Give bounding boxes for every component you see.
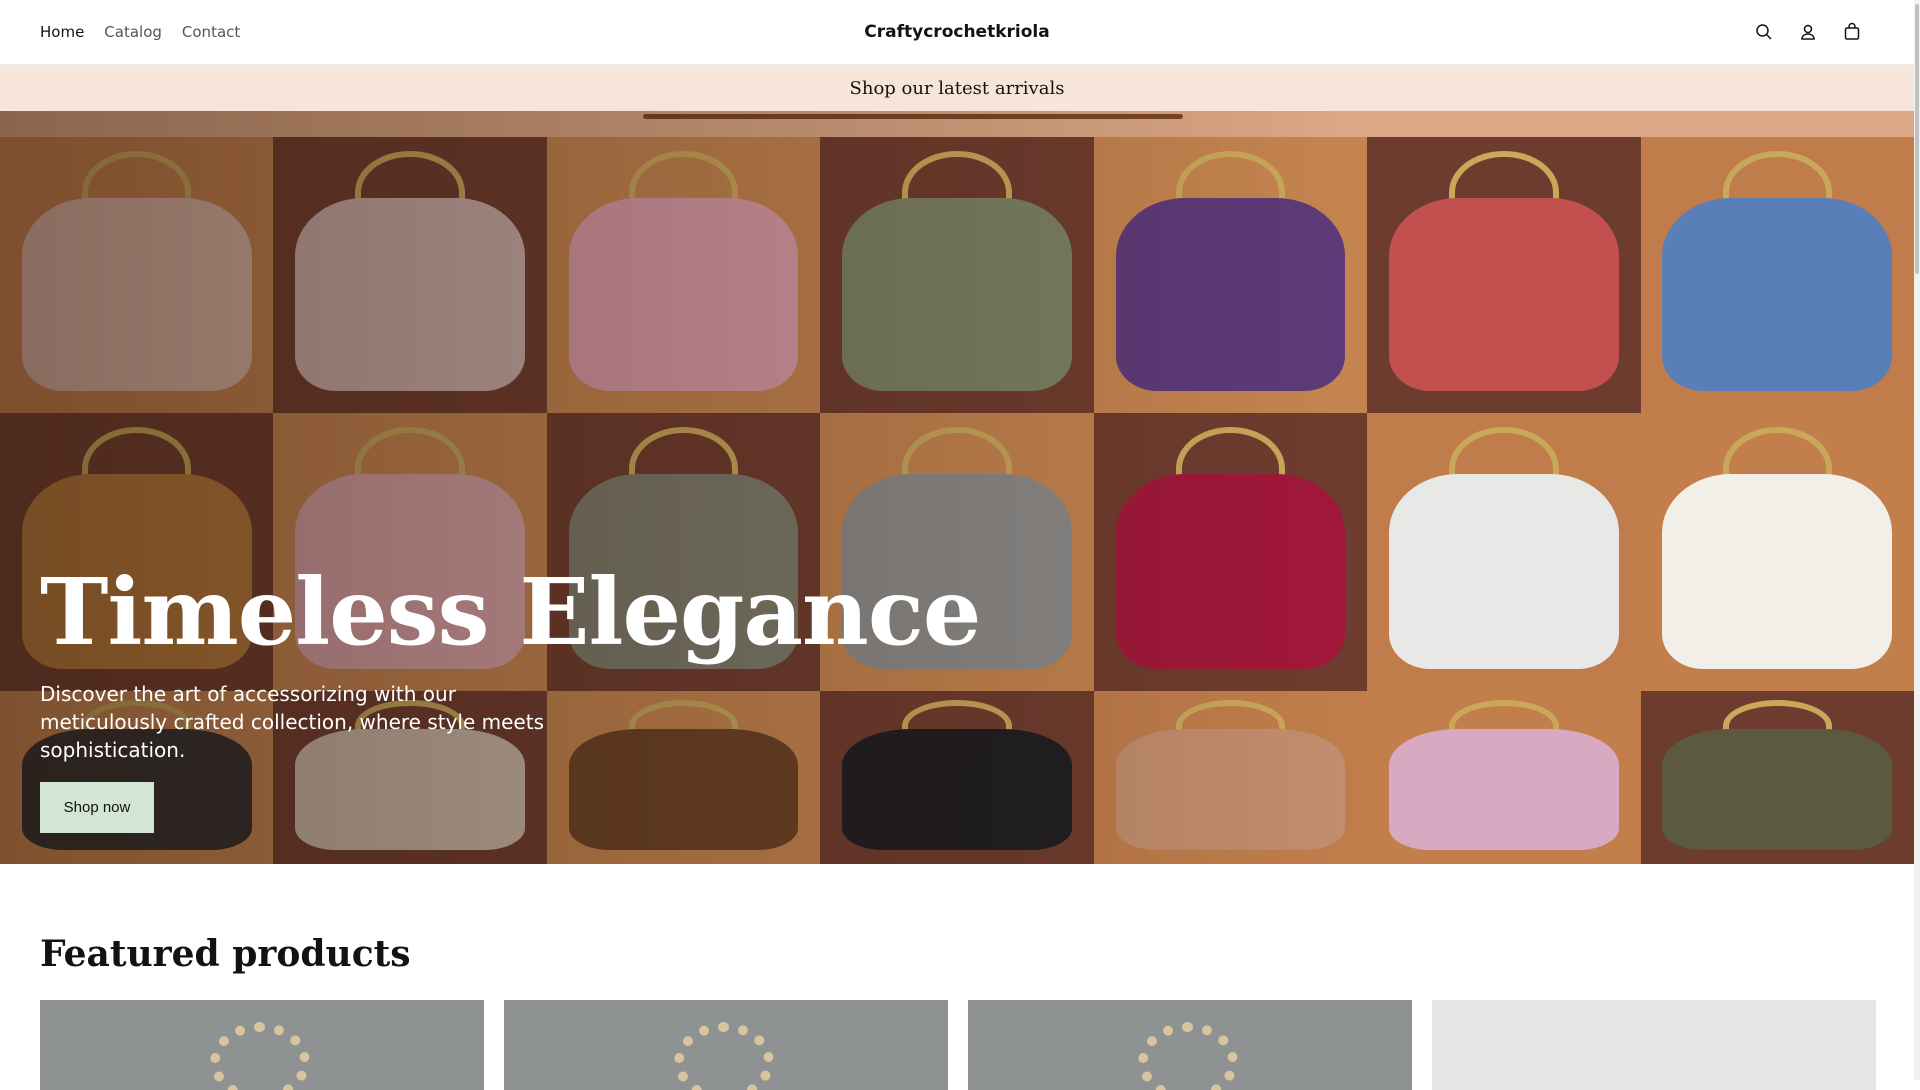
featured-products-heading: Featured products — [40, 933, 411, 975]
hero-title: Timeless Elegance — [40, 558, 981, 666]
nav-home[interactable]: Home — [40, 23, 84, 41]
nav-contact[interactable]: Contact — [182, 23, 240, 41]
hero-subtitle: Discover the art of accessorizing with o… — [40, 682, 544, 762]
scrollbar[interactable] — [1914, 0, 1920, 1080]
site-logo[interactable]: Craftycrochetkriola — [0, 22, 1914, 42]
site-header: Home Catalog Contact Craftycrochetkriola — [0, 0, 1914, 65]
account-icon[interactable] — [1798, 22, 1818, 42]
announcement-bar[interactable]: Shop our latest arrivals — [0, 65, 1914, 111]
product-card[interactable] — [504, 1000, 948, 1090]
product-card[interactable] — [40, 1000, 484, 1090]
product-grid — [40, 1000, 1876, 1090]
search-icon[interactable] — [1754, 22, 1774, 42]
cart-icon[interactable] — [1842, 22, 1862, 42]
shop-now-button[interactable]: Shop now — [40, 782, 154, 833]
nav-catalog[interactable]: Catalog — [104, 23, 162, 41]
main-nav: Home Catalog Contact — [40, 23, 240, 41]
hero-banner: Timeless Elegance Discover the art of ac… — [0, 111, 1914, 864]
product-card[interactable] — [968, 1000, 1412, 1090]
product-card[interactable] — [1432, 1000, 1876, 1090]
